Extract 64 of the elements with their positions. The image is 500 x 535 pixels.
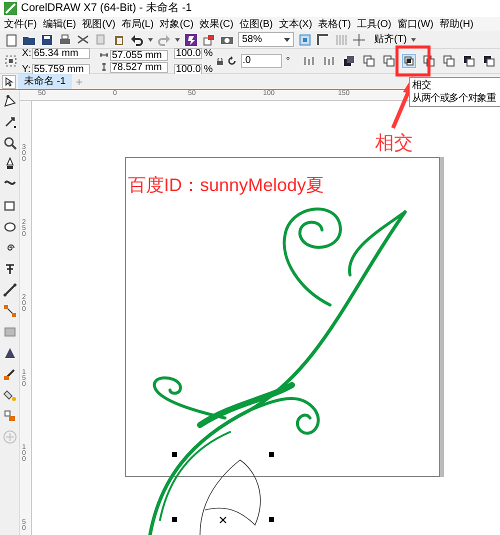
export-icon[interactable] (202, 32, 216, 46)
lock-icon[interactable] (216, 58, 223, 64)
callout-label: 相交 (375, 132, 413, 156)
caret-icon[interactable] (148, 38, 153, 42)
new-document-icon[interactable] (4, 32, 18, 46)
menu-item[interactable]: 文本(X) (278, 16, 312, 32)
degree-sign: ° (286, 54, 290, 68)
menu-item[interactable]: 编辑(E) (42, 16, 76, 32)
rotate-icon (226, 56, 236, 66)
menu-item[interactable]: 对象(C) (160, 16, 194, 32)
caret-icon[interactable] (175, 38, 180, 42)
percent-sign: % (204, 46, 213, 60)
intersect-button[interactable] (402, 54, 416, 68)
y-label: Y: (22, 62, 30, 76)
snap-dropdown[interactable]: 贴齐(T) (370, 32, 420, 48)
scale-x-field[interactable]: 100.0 (174, 48, 202, 58)
rectangle-tool-icon[interactable] (2, 199, 16, 213)
menu-item[interactable]: 表格(T) (318, 16, 351, 32)
fill-tool-icon[interactable] (2, 388, 16, 402)
height-field[interactable]: 78.527 mm (110, 62, 168, 72)
height-icon (100, 63, 108, 71)
object-position-icon (4, 54, 18, 68)
menu-item[interactable]: 位图(B) (239, 16, 273, 32)
lightning-icon[interactable] (184, 32, 198, 46)
menu-item[interactable]: 窗口(W) (397, 16, 434, 32)
scale-y-field[interactable]: 100.0 (174, 64, 202, 74)
canvas-text: 百度ID：sunnyMelody夏 (128, 174, 324, 197)
center-mark-icon (219, 516, 227, 524)
menu-item[interactable]: 效果(C) (200, 16, 234, 32)
document-tab[interactable]: 未命名 -1 (18, 74, 72, 89)
tooltip-title: 相交 (412, 79, 432, 92)
print-icon[interactable] (58, 32, 72, 46)
eyedropper-tool-icon[interactable] (2, 367, 16, 381)
menu-item[interactable]: 帮助(H) (440, 16, 474, 32)
caret-icon (410, 38, 416, 42)
window-title: CorelDRAW X7 (64-Bit) - 未命名 -1 (21, 1, 192, 16)
connector-tool-icon[interactable] (2, 304, 16, 318)
zoom-combo[interactable]: 58% (238, 32, 294, 47)
pick-tool-icon[interactable] (2, 74, 16, 88)
caret-icon (284, 38, 290, 42)
menu-item[interactable]: 工具(O) (356, 16, 392, 32)
rulers-icon[interactable] (316, 32, 330, 46)
zoom-tool-icon[interactable] (2, 136, 16, 150)
menu-item[interactable]: 布局(L) (121, 16, 154, 32)
shape-tool-icon[interactable] (2, 94, 16, 108)
ellipse-tool-icon[interactable] (2, 220, 16, 234)
x-label: X: (22, 46, 30, 60)
menu-item[interactable]: 视图(V) (82, 16, 116, 32)
full-screen-icon[interactable] (298, 32, 312, 46)
y-position-field[interactable]: 55.759 mm (32, 64, 90, 74)
cut-icon[interactable] (76, 32, 90, 46)
line-tool-icon[interactable] (2, 283, 16, 297)
tooltip-description: 从两个或多个对象重 (412, 92, 497, 105)
save-icon[interactable] (40, 32, 54, 46)
percent-sign: % (204, 62, 213, 76)
width-field[interactable]: 57.055 mm (110, 50, 168, 60)
rotation-field[interactable]: .0 (240, 54, 282, 68)
width-icon (100, 51, 108, 59)
undo-icon[interactable] (130, 32, 144, 46)
menu-item[interactable]: 文件(F) (4, 16, 37, 32)
arrange-icon[interactable] (342, 54, 356, 68)
x-position-field[interactable]: 65.34 mm (32, 48, 90, 58)
guidelines-icon[interactable] (352, 32, 366, 46)
highlight-frame (396, 46, 430, 76)
